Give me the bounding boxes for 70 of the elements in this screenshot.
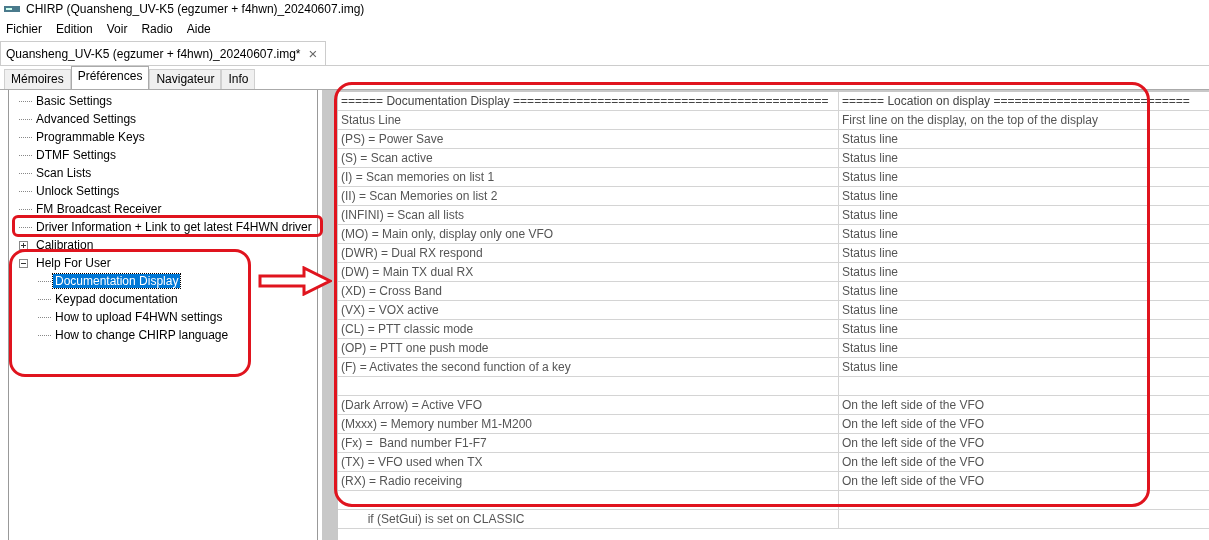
table-cell: (VX) = VOX active (338, 301, 839, 319)
table-cell: (MO) = Main only, display only one VFO (338, 225, 839, 243)
close-icon[interactable]: × (308, 45, 318, 62)
table-cell-text: Status line (841, 340, 900, 357)
menu-item[interactable]: Radio (141, 22, 173, 36)
table-cell: (DW) = Main TX dual RX (338, 263, 839, 281)
tree-item[interactable]: Scan Lists (34, 166, 94, 180)
table-cell: (I) = Scan memories on list 1 (338, 168, 839, 186)
table-cell: (INFINI) = Scan all lists (338, 206, 839, 224)
tree-item[interactable]: Keypad documentation (53, 292, 180, 306)
table-cell: (OP) = PTT one push mode (338, 339, 839, 357)
table-cell-text: On the left side of the VFO (841, 435, 986, 452)
tree-item[interactable]: DTMF Settings (34, 148, 118, 162)
tree-item[interactable]: Documentation Display (53, 274, 181, 288)
table-cell: (F) = Activates the second function of a key (338, 358, 839, 376)
table-cell-text: Status line (841, 359, 900, 376)
table-cell: (DWR) = Dual RX respond (338, 244, 839, 262)
window-title: CHIRP (Quansheng_UV-K5 (egzumer + f4hwn)_20240607.img) (26, 2, 365, 16)
table-cell-text: Status line (841, 207, 900, 224)
table-cell-text: Status line (841, 131, 900, 148)
expander-icon[interactable] (19, 240, 28, 250)
table-cell: Status Line (338, 111, 839, 129)
table-cell-text: Status line (841, 150, 900, 167)
table-cell: (CL) = PTT classic mode (338, 320, 839, 338)
app-icon (4, 5, 20, 13)
tree-item[interactable]: Basic Settings (34, 94, 115, 108)
tab[interactable]: Info (221, 69, 256, 89)
table-cell-text: Status line (841, 169, 900, 186)
table-cell-text: Status line (841, 321, 900, 338)
menu-item[interactable]: Edition (56, 22, 93, 36)
table-cell: if (SetGui) is set on CLASSIC (338, 510, 839, 528)
tree-item[interactable]: Calibration (34, 238, 96, 252)
menu-item[interactable]: Fichier (6, 22, 42, 36)
table-cell: (Mxxx) = Memory number M1-M200 (338, 415, 839, 433)
tree-item[interactable]: FM Broadcast Receiver (34, 202, 164, 216)
tab[interactable]: Navigateur (149, 69, 222, 89)
table-cell-text: On the left side of the VFO (841, 473, 986, 490)
table-cell: (S) = Scan active (338, 149, 839, 167)
table-cell-text: On the left side of the VFO (841, 397, 986, 414)
tree-item[interactable]: Programmable Keys (34, 130, 147, 144)
table-cell: (Fx) = Band number F1-F7 (338, 434, 839, 452)
table-cell-text: On the left side of the VFO (841, 454, 986, 471)
tree-item[interactable]: Advanced Settings (34, 112, 139, 126)
table-cell: (II) = Scan Memories on list 2 (338, 187, 839, 205)
tree-item[interactable]: How to change CHIRP language (53, 328, 231, 342)
table-cell-text: Status line (841, 188, 900, 205)
tree-item[interactable]: Driver Information + Link to get latest F4HWN driver (34, 220, 314, 234)
tree-item[interactable]: Help For User (34, 256, 113, 270)
table-cell-text: First line on the display, on the top of the display (841, 112, 1099, 129)
menu-item[interactable]: Voir (106, 22, 128, 36)
tab[interactable]: Préférences (70, 66, 150, 89)
table-cell: (Dark Arrow) = Active VFO (338, 396, 839, 414)
table-cell-text: Status line (841, 226, 900, 243)
table-cell-text: On the left side of the VFO (841, 416, 986, 433)
table-cell: (TX) = VFO used when TX (338, 453, 839, 471)
table-cell: (XD) = Cross Band (338, 282, 839, 300)
table-cell: (PS) = Power Save (338, 130, 839, 148)
table-cell-text: Status line (841, 245, 900, 262)
table-cell: (RX) = Radio receiving (338, 472, 839, 490)
tree-item[interactable]: Unlock Settings (34, 184, 122, 198)
column-header: ====== Documentation Display ============================================= (338, 92, 839, 110)
expander-icon[interactable] (19, 258, 28, 268)
table-cell-text: Status line (841, 283, 900, 300)
table-cell-text: Status line (841, 264, 900, 281)
menu-item[interactable]: Aide (186, 22, 211, 36)
file-tab[interactable]: Quansheng_UV-K5 (egzumer + f4hwn)_20240607.img* × (0, 41, 327, 65)
tab[interactable]: Mémoires (4, 69, 71, 89)
tree-item[interactable]: How to upload F4HWN settings (53, 310, 225, 324)
file-tab-label: Quansheng_UV-K5 (egzumer + f4hwn)_20240607.img* (6, 46, 301, 61)
table-cell-text: Status line (841, 302, 900, 319)
